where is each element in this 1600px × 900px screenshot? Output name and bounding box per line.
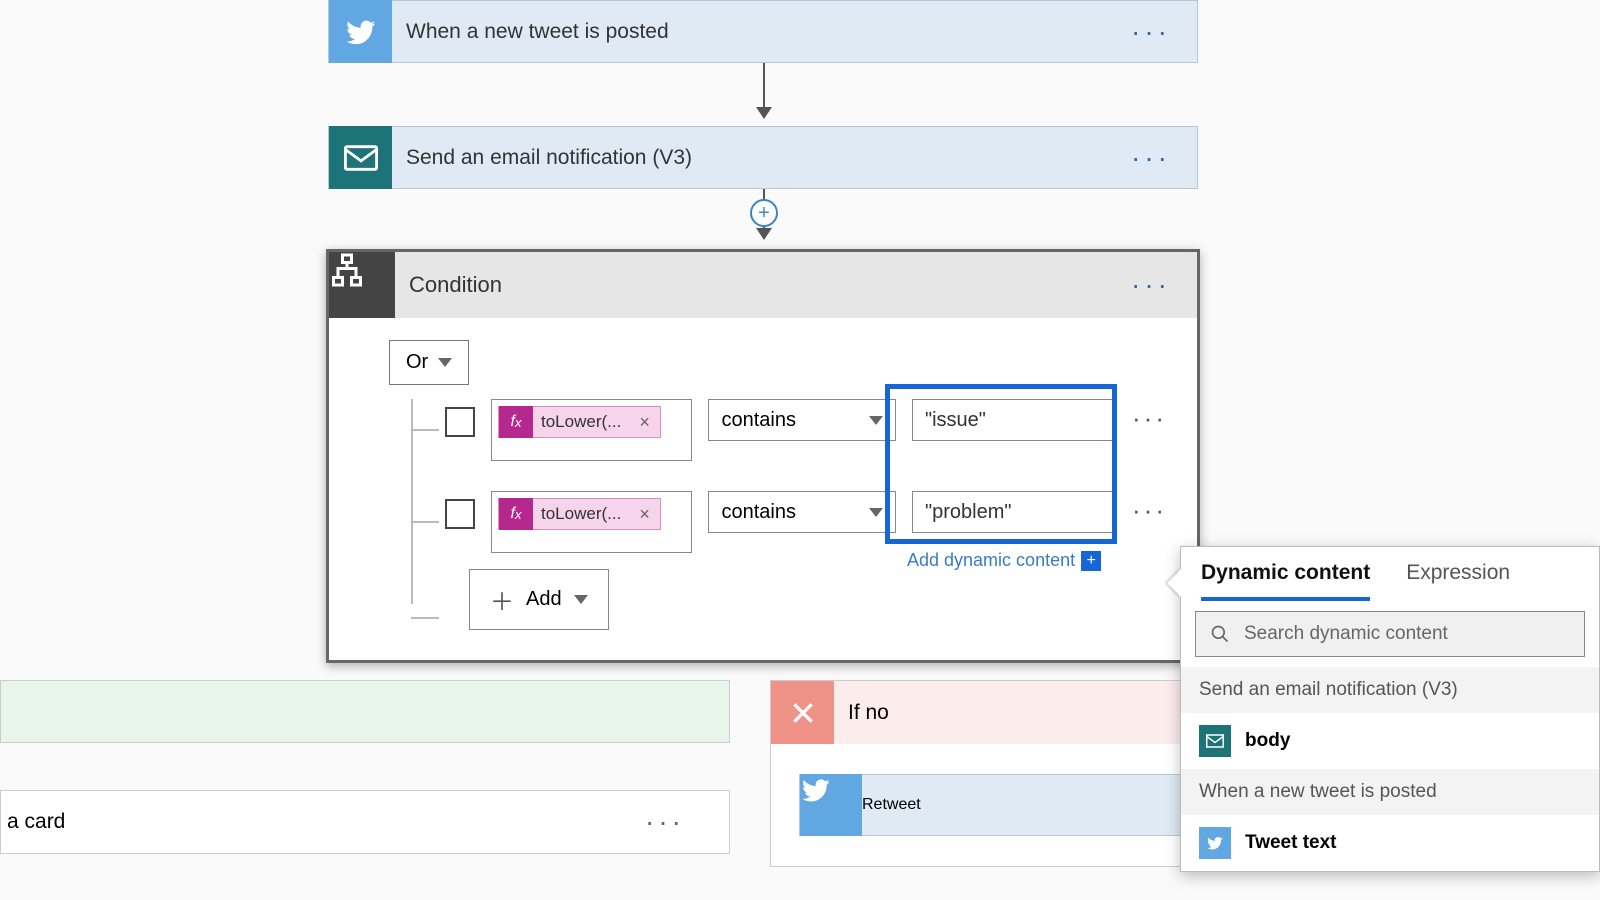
operator-label: contains	[721, 409, 796, 432]
left-operand[interactable]: fx toLower(... ×	[491, 491, 692, 553]
close-icon	[771, 681, 834, 744]
if-no-label: If no	[834, 701, 889, 725]
tab-dynamic-content[interactable]: Dynamic content	[1201, 561, 1370, 601]
trigger-title: When a new tweet is posted	[392, 20, 1105, 44]
row-menu[interactable]: ···	[1132, 491, 1167, 526]
chevron-down-icon	[869, 416, 883, 425]
card-menu[interactable]: ···	[619, 806, 711, 838]
condition-icon	[329, 252, 395, 318]
mail-icon	[1199, 725, 1231, 757]
operator-label: contains	[721, 501, 796, 524]
chevron-down-icon	[438, 358, 452, 367]
card-title-partial: a card	[7, 810, 65, 834]
fx-icon: fx	[499, 406, 533, 438]
dc-item-body[interactable]: body	[1181, 713, 1599, 769]
email-title: Send an email notification (V3)	[392, 146, 1105, 170]
dc-item-label: body	[1245, 730, 1290, 752]
combinator-dropdown[interactable]: Or	[389, 340, 469, 385]
dc-search-input[interactable]: Search dynamic content	[1195, 611, 1585, 657]
condition-card: Condition ··· Or fx toLower(... ×	[326, 249, 1200, 663]
twitter-icon	[329, 0, 392, 63]
condition-header[interactable]: Condition ···	[329, 252, 1197, 318]
tree-branch	[411, 521, 439, 523]
mail-icon	[329, 126, 392, 189]
condition-title: Condition	[395, 272, 1105, 298]
search-placeholder: Search dynamic content	[1244, 623, 1448, 645]
trigger-menu[interactable]: ···	[1105, 16, 1197, 48]
operator-select[interactable]: contains	[708, 399, 896, 441]
condition-menu[interactable]: ···	[1105, 269, 1197, 301]
row-checkbox[interactable]	[445, 499, 475, 529]
email-menu[interactable]: ···	[1105, 142, 1197, 174]
add-label: Add	[526, 588, 562, 611]
remove-token[interactable]: ×	[629, 412, 660, 433]
trigger-card[interactable]: When a new tweet is posted ···	[328, 0, 1198, 63]
panel-caret	[1167, 569, 1181, 597]
condition-row: fx toLower(... × contains ···	[445, 491, 1167, 553]
chevron-down-icon	[869, 508, 883, 517]
email-card[interactable]: Send an email notification (V3) ···	[328, 126, 1198, 189]
add-row-button[interactable]: ＋ Add	[469, 569, 609, 630]
dynamic-content-panel: Dynamic content Expression Search dynami…	[1180, 546, 1600, 872]
value-input[interactable]	[912, 491, 1116, 533]
row-checkbox[interactable]	[445, 407, 475, 437]
tab-expression[interactable]: Expression	[1406, 561, 1510, 601]
combinator-label: Or	[406, 351, 428, 374]
plus-icon: +	[1081, 551, 1101, 571]
left-operand[interactable]: fx toLower(... ×	[491, 399, 692, 461]
token-text: toLower(...	[533, 412, 629, 432]
retweet-title: Retweet	[862, 796, 921, 814]
dc-item-label: Tweet text	[1245, 832, 1337, 854]
dc-item-tweet-text[interactable]: Tweet text	[1181, 815, 1599, 871]
twitter-icon	[800, 774, 862, 836]
tree-branch	[411, 617, 439, 619]
tree-branch	[411, 429, 439, 431]
if-yes-branch-header	[0, 680, 730, 743]
chevron-down-icon	[574, 595, 588, 604]
plus-icon: ＋	[490, 582, 514, 617]
connector-arrow	[763, 63, 765, 118]
row-menu[interactable]: ···	[1132, 399, 1167, 434]
condition-row: fx toLower(... × contains ···	[445, 399, 1167, 461]
expression-token[interactable]: fx toLower(... ×	[498, 406, 661, 438]
token-text: toLower(...	[533, 504, 629, 524]
search-icon	[1210, 624, 1230, 644]
remove-token[interactable]: ×	[629, 504, 660, 525]
operator-select[interactable]: contains	[708, 491, 896, 533]
add-dynamic-content-link[interactable]: Add dynamic content +	[907, 550, 1101, 571]
twitter-icon	[1199, 827, 1231, 859]
if-yes-action-card[interactable]: a card ···	[0, 790, 730, 854]
add-dc-label: Add dynamic content	[907, 550, 1075, 571]
dc-group-header: When a new tweet is posted	[1181, 769, 1599, 815]
value-input[interactable]	[912, 399, 1116, 441]
fx-icon: fx	[499, 498, 533, 530]
dc-group-header: Send an email notification (V3)	[1181, 667, 1599, 713]
insert-step-button[interactable]: +	[750, 199, 778, 227]
expression-token[interactable]: fx toLower(... ×	[498, 498, 661, 530]
